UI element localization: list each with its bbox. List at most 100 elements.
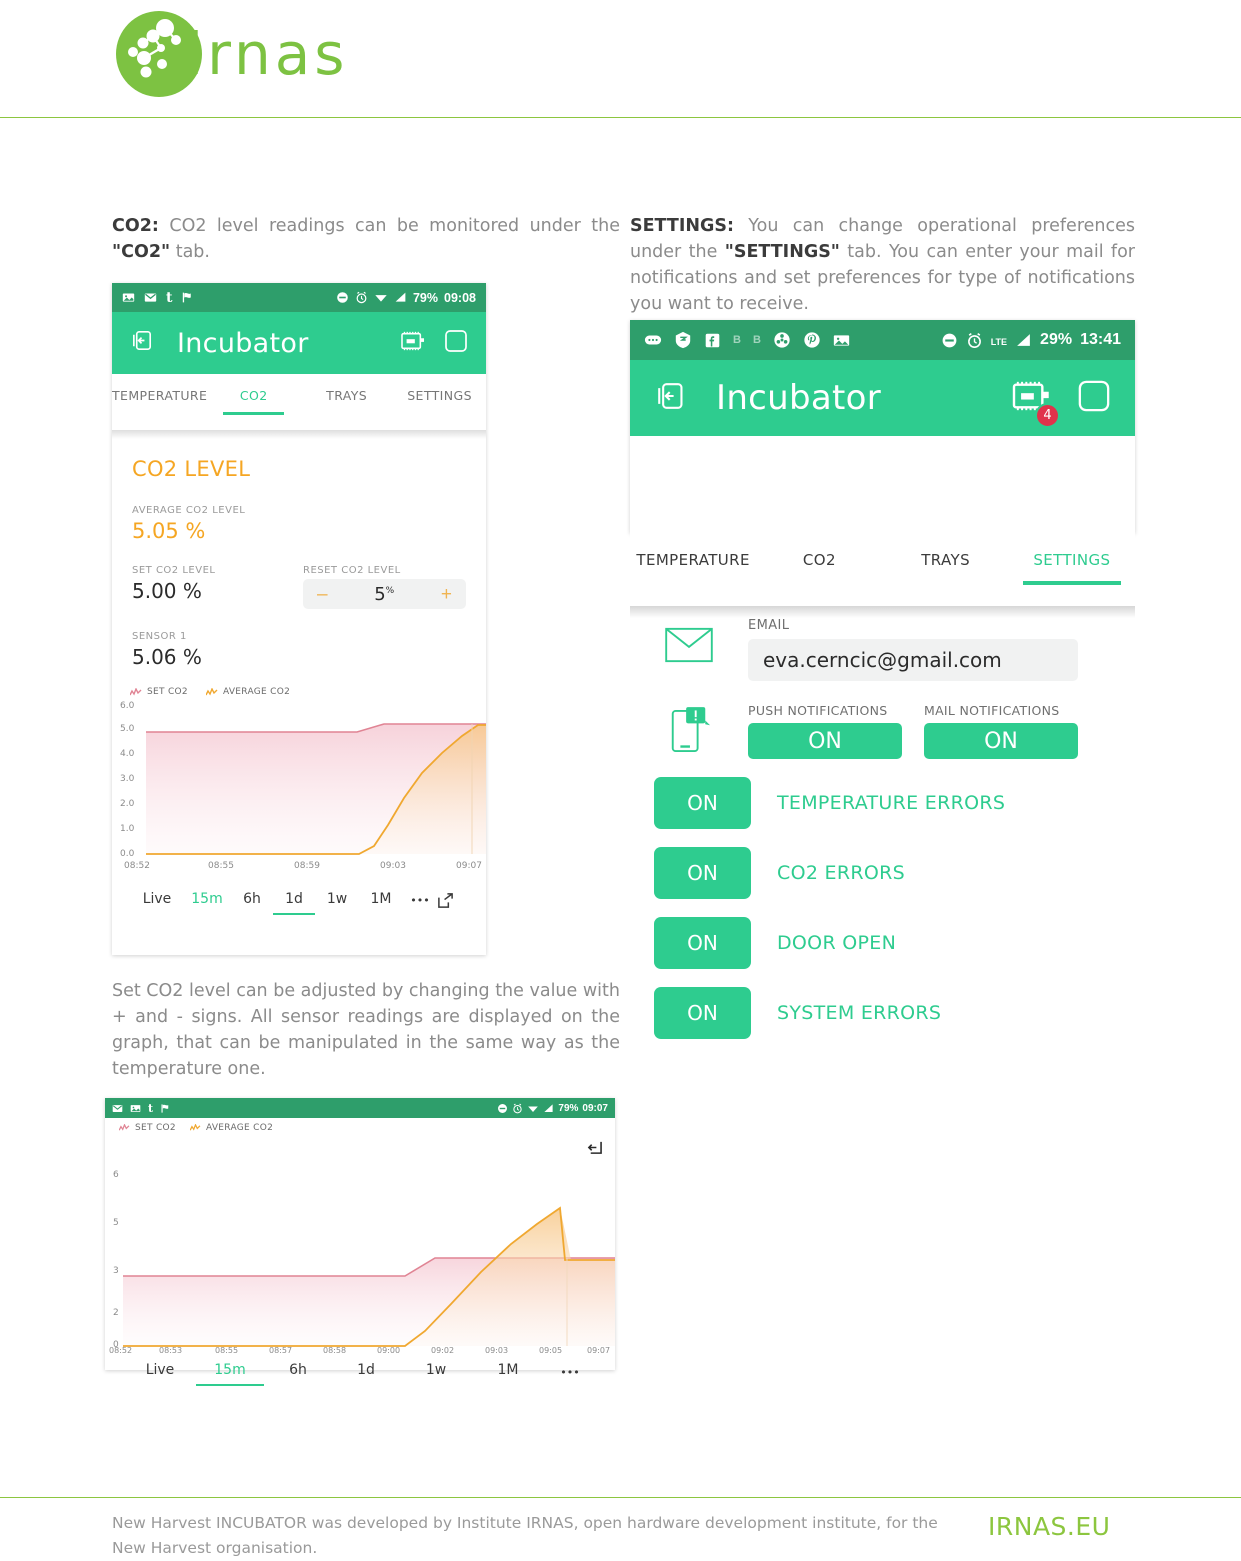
time-button-live[interactable]: Live (124, 1362, 196, 1378)
page-header: irnas (0, 0, 1241, 118)
sensor1-label: SENSOR 1 (132, 631, 187, 642)
phone-alert-icon (630, 699, 748, 759)
time-button-label: Live (142, 891, 172, 907)
tab-settings[interactable]: SETTINGS (1009, 533, 1135, 606)
b-icon: B (752, 334, 761, 346)
toggle-row-temperature-errors: ON TEMPERATURE ERRORS (654, 777, 1135, 829)
do-not-disturb-icon (497, 1103, 508, 1114)
chart-x-axis: 08:52 08:53 08:55 08:57 08:58 09:00 09:0… (105, 1346, 615, 1360)
system-errors-toggle[interactable]: ON (654, 987, 751, 1039)
chip-icon[interactable] (400, 330, 426, 357)
square-outline-icon[interactable] (1077, 379, 1111, 418)
reset-co2-stepper[interactable]: – 5% + (303, 579, 466, 609)
tab-trays[interactable]: TRAYS (300, 374, 393, 403)
time-button-more[interactable]: ••• (403, 891, 437, 907)
time-button-label: 6h (243, 891, 261, 907)
x-tick: 08:52 (109, 1346, 133, 1355)
status-bar: B B LTE 29% 13:41 (630, 320, 1135, 360)
time-range-bar: Live 15m 6h 1d 1w 1M ••• (105, 1362, 615, 1386)
envelope-icon (630, 618, 748, 681)
tumblr-icon: t (166, 289, 173, 306)
time-button-1d[interactable]: 1d (273, 891, 315, 915)
legend-label: SET CO2 (147, 687, 188, 697)
square-outline-icon[interactable] (444, 329, 468, 358)
time-button-1w[interactable]: 1w (400, 1362, 472, 1378)
x-tick: 08:58 (323, 1346, 347, 1355)
tab-temperature[interactable]: TEMPERATURE (112, 374, 207, 403)
time-button-live[interactable]: Live (131, 891, 183, 907)
mail-notifications-col: MAIL NOTIFICATIONS ON (924, 703, 1078, 759)
plus-button[interactable]: + (441, 585, 452, 604)
wifi-icon (374, 291, 388, 304)
status-clock: 09:07 (582, 1102, 608, 1114)
email-input[interactable]: eva.cerncic@gmail.com (748, 639, 1078, 681)
settings-tab-bar: TEMPERATURE CO2 TRAYS SETTINGS (630, 533, 1135, 606)
lte-icon: LTE (990, 337, 1008, 347)
time-button-1M[interactable]: 1M (359, 891, 403, 907)
co2-errors-label: CO2 ERRORS (777, 862, 905, 884)
minus-button[interactable]: – (317, 585, 328, 604)
chip-icon[interactable]: 4 (1011, 379, 1060, 428)
co2-landscape-chart: SET CO2 AVERAGE CO2 6 5 3 2 0 08:52 08:5… (105, 1118, 615, 1386)
open-external-icon[interactable] (437, 891, 467, 914)
x-tick: 09:02 (431, 1346, 455, 1355)
tab-temperature[interactable]: TEMPERATURE (630, 533, 756, 606)
time-button-1d[interactable]: 1d (332, 1362, 400, 1378)
tab-label: CO2 (239, 388, 268, 403)
co2-screen-screenshot: t 79% 09:08 Incubator TEMPERATURE CO2 TR… (112, 283, 486, 955)
time-button-label: 15m (214, 1362, 246, 1378)
settings-panel: EMAIL eva.cerncic@gmail.com PUSH NOTIFIC… (630, 618, 1135, 1039)
co2-intro-paragraph: CO2: CO2 level readings can be monitored… (112, 213, 620, 265)
gmail-icon (144, 291, 157, 304)
x-tick: 08:55 (208, 861, 234, 871)
tab-label: SETTINGS (407, 388, 472, 403)
back-device-icon[interactable] (130, 328, 155, 358)
x-tick: 09:07 (456, 861, 482, 871)
tab-label: TRAYS (921, 551, 970, 569)
tab-co2[interactable]: CO2 (207, 374, 300, 415)
time-button-15m[interactable]: 15m (196, 1362, 264, 1386)
co2-errors-toggle[interactable]: ON (654, 847, 751, 899)
legend-label: AVERAGE CO2 (222, 687, 291, 697)
push-notifications-toggle[interactable]: ON (748, 723, 902, 759)
time-button-more[interactable]: ••• (544, 1362, 596, 1379)
alarm-icon (355, 291, 368, 304)
battery-percent: 79% (412, 290, 439, 305)
time-button-6h[interactable]: 6h (264, 1362, 332, 1378)
push-notifications-label: PUSH NOTIFICATIONS (748, 703, 888, 718)
app-title: Incubator (716, 378, 882, 418)
chart-legend: SET CO2 AVERAGE CO2 (112, 687, 486, 697)
irnas-logo-mark (113, 8, 205, 100)
app-title: Incubator (177, 327, 309, 359)
co2-portrait-chart: SET CO2 AVERAGE CO2 6.0 5.0 4.0 3.0 2.0 … (112, 687, 486, 915)
co2-intro-text-1: CO2 level readings can be monitored unde… (158, 216, 620, 236)
tab-label: TEMPERATURE (112, 388, 208, 403)
x-tick: 09:03 (380, 861, 406, 871)
mail-notifications-toggle[interactable]: ON (924, 723, 1078, 759)
flag-icon (181, 291, 194, 304)
stepper-number: 5 (374, 583, 386, 605)
time-button-1M[interactable]: 1M (472, 1362, 544, 1378)
time-button-6h[interactable]: 6h (231, 891, 273, 907)
x-tick: 08:59 (294, 861, 320, 871)
time-button-label: 1M (370, 891, 392, 907)
status-clock: 09:08 (444, 290, 476, 305)
time-button-15m[interactable]: 15m (183, 891, 231, 907)
flag-icon (160, 1103, 171, 1114)
tab-label: TEMPERATURE (636, 551, 750, 569)
co2-intro-quoted: "CO2" (112, 242, 171, 262)
signal-icon (1015, 332, 1032, 349)
time-button-1w[interactable]: 1w (315, 891, 359, 907)
tab-trays[interactable]: TRAYS (883, 533, 1009, 606)
set-co2-value: 5.00 % (132, 579, 202, 603)
back-device-icon[interactable] (654, 379, 688, 418)
system-errors-label: SYSTEM ERRORS (777, 1002, 942, 1024)
battery-percent: 79% (558, 1102, 579, 1114)
set-reset-row: SET CO2 LEVEL 5.00 % RESET CO2 LEVEL – 5… (132, 565, 466, 609)
tab-co2[interactable]: CO2 (756, 533, 882, 606)
door-open-toggle[interactable]: ON (654, 917, 751, 969)
temperature-errors-toggle[interactable]: ON (654, 777, 751, 829)
tab-settings[interactable]: SETTINGS (393, 374, 486, 403)
door-open-label: DOOR OPEN (777, 932, 897, 954)
time-button-label: ••• (560, 1366, 580, 1379)
